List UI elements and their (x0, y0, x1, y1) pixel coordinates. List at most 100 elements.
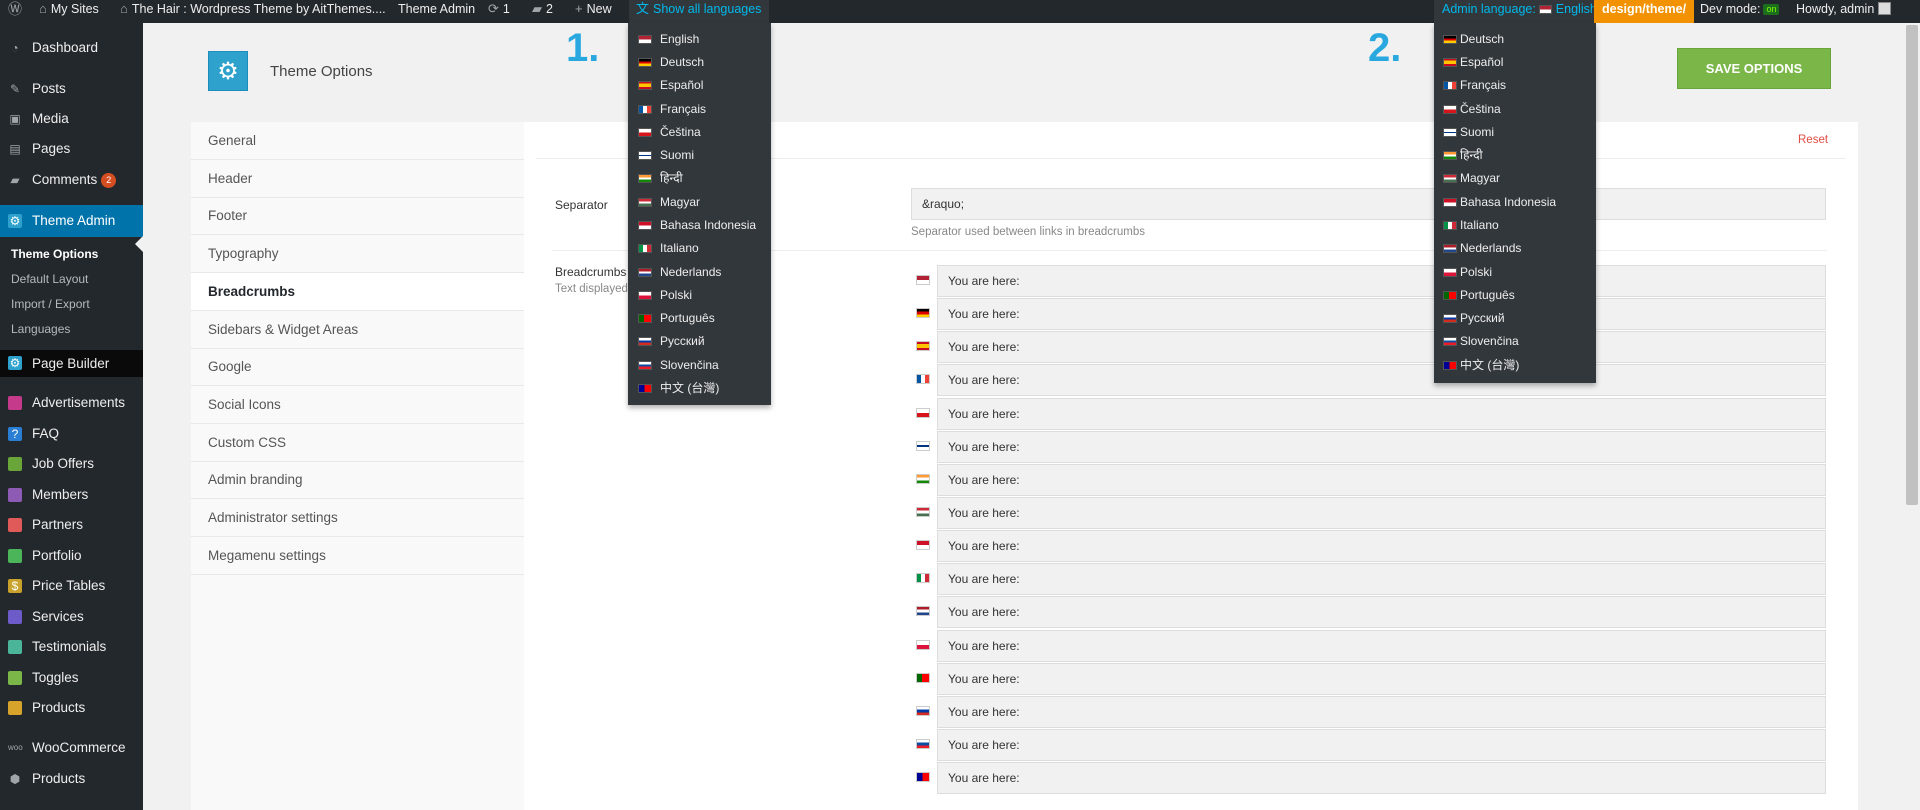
admin-language-option-polski[interactable]: Polski (1434, 261, 1596, 284)
scrollbar-thumb[interactable] (1906, 25, 1918, 505)
my-sites-menu[interactable]: ⌂ My Sites (39, 0, 99, 23)
submenu-languages[interactable]: Languages (0, 322, 143, 336)
admin-language-option-nederlands[interactable]: Nederlands (1434, 237, 1596, 260)
sidebar-item-media[interactable]: ▣ Media (0, 109, 143, 129)
language-option-chinese[interactable]: 中文 (台灣) (628, 377, 771, 400)
language-option-slovencina[interactable]: Slovenčina (628, 354, 771, 377)
sidebar-item-products-custom[interactable]: Products (0, 698, 143, 718)
sidebar-item-services[interactable]: Services (0, 607, 143, 627)
admin-language-option-magyar[interactable]: Magyar (1434, 167, 1596, 190)
language-option-english[interactable]: English (628, 28, 771, 51)
admin-language-option-espanol[interactable]: Español (1434, 51, 1596, 74)
language-option-portugues[interactable]: Português (628, 307, 771, 330)
submenu-default-layout[interactable]: Default Layout (0, 272, 143, 286)
breadcrumb-input-russian[interactable]: You are here: (937, 696, 1826, 728)
sidebar-item-pages[interactable]: ▤ Pages (0, 139, 143, 159)
breadcrumb-input-suomi[interactable]: You are here: (937, 431, 1826, 463)
new-content-menu[interactable]: + New (575, 0, 612, 23)
sidebar-item-toggles[interactable]: Toggles (0, 668, 143, 688)
tab-breadcrumbs[interactable]: Breadcrumbs (191, 273, 524, 311)
breadcrumb-input-nederlands[interactable]: You are here: (937, 596, 1826, 628)
faq-icon: ? (8, 427, 22, 441)
wordpress-logo-icon[interactable]: Ⓦ (8, 0, 26, 23)
tab-google[interactable]: Google (191, 348, 524, 386)
submenu-theme-options[interactable]: Theme Options (0, 247, 143, 261)
sidebar-item-woocommerce[interactable]: woo WooCommerce (0, 738, 143, 758)
admin-language-option-francais[interactable]: Français (1434, 74, 1596, 97)
breadcrumb-input-francais[interactable]: You are here: (937, 364, 1826, 396)
language-option-magyar[interactable]: Magyar (628, 191, 771, 214)
sidebar-item-comments[interactable]: ▰ Comments 2 (0, 170, 143, 190)
breadcrumb-input-indonesia[interactable]: You are here: (937, 530, 1826, 562)
breadcrumb-input-portugues[interactable]: You are here: (937, 663, 1826, 695)
sidebar-item-advertisements[interactable]: Advertisements (0, 393, 143, 413)
admin-language-option-russian[interactable]: Русский (1434, 307, 1596, 330)
separator-input[interactable]: &raquo; (911, 188, 1826, 220)
sidebar-item-job-offers[interactable]: Job Offers (0, 454, 143, 474)
breadcrumb-input-polski[interactable]: You are here: (937, 630, 1826, 662)
breadcrumb-input-english[interactable]: You are here: (937, 265, 1826, 297)
sidebar-item-page-builder[interactable]: ⚙ Page Builder (0, 350, 143, 377)
sidebar-item-theme-admin[interactable]: ⚙ Theme Admin (0, 205, 143, 237)
admin-language-menu[interactable]: Admin language: English (1434, 0, 1605, 23)
submenu-import-export[interactable]: Import / Export (0, 297, 143, 311)
breadcrumb-input-chinese[interactable]: You are here: (937, 762, 1826, 794)
breadcrumb-input-slovencina[interactable]: You are here: (937, 729, 1826, 761)
breadcrumb-input-deutsch[interactable]: You are here: (937, 298, 1826, 330)
language-option-hindi[interactable]: हिन्दी (628, 167, 771, 190)
admin-language-option-chinese[interactable]: 中文 (台灣) (1434, 354, 1596, 377)
language-option-polski[interactable]: Polski (628, 284, 771, 307)
tab-administrator-settings[interactable]: Administrator settings (191, 499, 524, 537)
tab-custom-css[interactable]: Custom CSS (191, 424, 524, 462)
language-option-nederlands[interactable]: Nederlands (628, 261, 771, 284)
updates-link[interactable]: ⟳ 1 (488, 0, 510, 23)
reset-link[interactable]: Reset (1798, 134, 1828, 146)
admin-language-option-slovencina[interactable]: Slovenčina (1434, 330, 1596, 353)
admin-language-option-italiano[interactable]: Italiano (1434, 214, 1596, 237)
breadcrumb-input-espanol[interactable]: You are here: (937, 331, 1826, 363)
language-option-espanol[interactable]: Español (628, 74, 771, 97)
dev-mode-toggle[interactable]: Dev mode: on (1700, 0, 1780, 23)
sidebar-item-portfolio[interactable]: Portfolio (0, 546, 143, 566)
tab-general[interactable]: General (191, 122, 524, 160)
tab-megamenu-settings[interactable]: Megamenu settings (191, 537, 524, 575)
language-option-italiano[interactable]: Italiano (628, 237, 771, 260)
sidebar-item-faq[interactable]: ? FAQ (0, 424, 143, 444)
sidebar-item-price-tables[interactable]: $ Price Tables (0, 576, 143, 596)
sidebar-item-posts[interactable]: ✎ Posts (0, 79, 143, 99)
save-options-button[interactable]: SAVE OPTIONS (1677, 48, 1831, 89)
site-name-menu[interactable]: ⌂ The Hair : Wordpress Theme by AitThemes… (120, 0, 386, 23)
language-option-cestina[interactable]: Čeština (628, 121, 771, 144)
language-option-deutsch[interactable]: Deutsch (628, 51, 771, 74)
tab-sidebars[interactable]: Sidebars & Widget Areas (191, 311, 524, 349)
breadcrumb-input-magyar[interactable]: You are here: (937, 497, 1826, 529)
show-all-languages-menu[interactable]: 文 Show all languages (629, 0, 770, 23)
comments-link[interactable]: ▰ 2 (532, 0, 553, 23)
account-menu[interactable]: Howdy, admin (1796, 0, 1892, 23)
language-option-francais[interactable]: Français (628, 98, 771, 121)
sidebar-item-partners[interactable]: Partners (0, 515, 143, 535)
admin-language-option-hindi[interactable]: हिन्दी (1434, 144, 1596, 167)
admin-language-option-indonesia[interactable]: Bahasa Indonesia (1434, 191, 1596, 214)
admin-language-option-suomi[interactable]: Suomi (1434, 121, 1596, 144)
tab-admin-branding[interactable]: Admin branding (191, 461, 524, 499)
admin-language-option-deutsch[interactable]: Deutsch (1434, 28, 1596, 51)
sidebar-item-members[interactable]: Members (0, 485, 143, 505)
tab-header[interactable]: Header (191, 160, 524, 198)
language-option-russian[interactable]: Русский (628, 330, 771, 353)
breadcrumb-input-italiano[interactable]: You are here: (937, 563, 1826, 595)
sidebar-item-products[interactable]: ⬢ Products (0, 769, 143, 789)
admin-language-option-cestina[interactable]: Čeština (1434, 98, 1596, 121)
path-badge[interactable]: design/theme/ (1594, 0, 1695, 23)
tab-social-icons[interactable]: Social Icons (191, 386, 524, 424)
tab-footer[interactable]: Footer (191, 197, 524, 235)
language-option-indonesia[interactable]: Bahasa Indonesia (628, 214, 771, 237)
sidebar-item-dashboard[interactable]: ◔ Dashboard (0, 38, 143, 58)
theme-admin-link[interactable]: Theme Admin (398, 0, 475, 23)
breadcrumb-input-cestina[interactable]: You are here: (937, 398, 1826, 430)
breadcrumb-input-hindi[interactable]: You are here: (937, 464, 1826, 496)
tab-typography[interactable]: Typography (191, 235, 524, 273)
admin-language-option-portugues[interactable]: Português (1434, 284, 1596, 307)
sidebar-item-testimonials[interactable]: Testimonials (0, 637, 143, 657)
language-option-suomi[interactable]: Suomi (628, 144, 771, 167)
